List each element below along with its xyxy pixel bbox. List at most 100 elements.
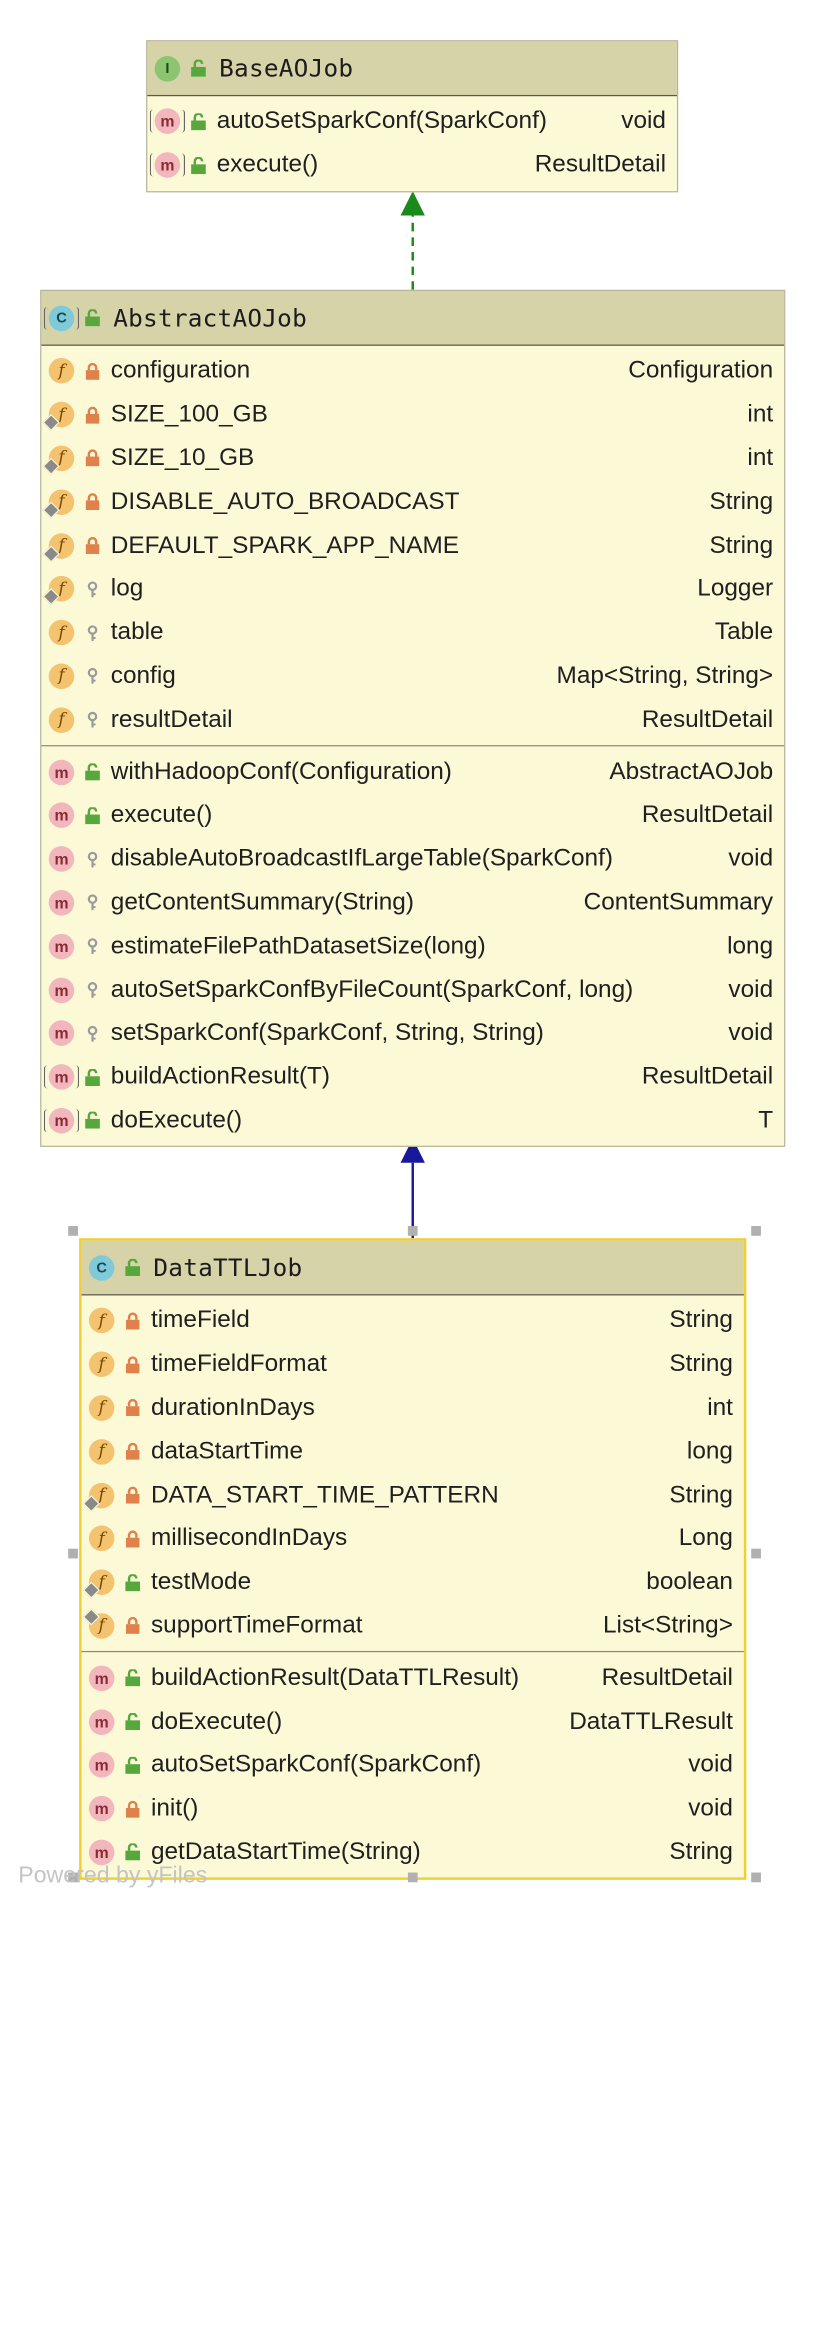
class-box-base-ao-job[interactable]: I BaseAOJob m autoSetSparkConf(SparkConf)…: [146, 40, 679, 192]
static-marker-icon: [42, 457, 60, 475]
field-row[interactable]: f DISABLE_AUTO_BROADCAST String: [41, 480, 784, 524]
method-row[interactable]: m autoSetSparkConf(SparkConf) void: [147, 100, 677, 144]
member-type: ResultDetail: [641, 801, 774, 829]
private-lock-icon: [124, 1486, 141, 1504]
method-icon: m: [149, 152, 186, 178]
public-visibility-icon: [190, 113, 207, 131]
field-row[interactable]: f testMode boolean: [82, 1561, 744, 1605]
public-visibility-icon: [124, 1843, 141, 1861]
field-icon: f: [42, 445, 75, 475]
member-type: Configuration: [628, 357, 774, 384]
member-type: AbstractAOJob: [609, 757, 774, 785]
field-icon: f: [88, 1438, 115, 1465]
protected-key-icon: [84, 1025, 101, 1042]
member-name: durationInDays: [150, 1394, 315, 1421]
private-lock-icon: [84, 362, 101, 380]
public-visibility-icon: [84, 1068, 101, 1086]
method-icon: m: [88, 1796, 115, 1822]
field-row[interactable]: f dataStartTime long: [82, 1430, 744, 1474]
field-row[interactable]: f config Map<String, String>: [41, 655, 784, 699]
member-name: config: [110, 662, 176, 690]
method-icon: m: [48, 759, 75, 785]
field-row[interactable]: f log Logger: [41, 567, 784, 611]
member-type: void: [728, 845, 774, 872]
field-icon: f: [42, 576, 75, 606]
method-row[interactable]: m getContentSummary(String) ContentSummary: [41, 881, 784, 925]
protected-key-icon: [84, 668, 101, 685]
private-lock-icon: [124, 1312, 141, 1330]
member-type: long: [727, 932, 774, 960]
selection-handle[interactable]: [407, 1872, 418, 1883]
field-row[interactable]: f SIZE_100_GB int: [41, 393, 784, 437]
field-row[interactable]: f configuration Configuration: [41, 349, 784, 393]
field-row[interactable]: f SIZE_10_GB int: [41, 437, 784, 481]
member-name: withHadoopConf(Configuration): [110, 757, 452, 785]
member-name: disableAutoBroadcastIfLargeTable(SparkCo…: [110, 845, 613, 872]
member-name: init(): [150, 1794, 199, 1822]
class-box-data-ttl-job[interactable]: C DataTTLJob f timeField String f timeFieldF…: [79, 1238, 747, 1881]
selection-handle[interactable]: [751, 1226, 761, 1236]
field-row[interactable]: f resultDetail ResultDetail: [41, 698, 784, 742]
method-row[interactable]: m buildActionResult(T) ResultDetail: [41, 1055, 784, 1099]
field-row[interactable]: f timeFieldFormat String: [82, 1343, 744, 1387]
method-row[interactable]: m doExecute() DataTTLResult: [82, 1700, 744, 1744]
selection-handle[interactable]: [751, 1548, 761, 1559]
field-icon: f: [88, 1308, 115, 1334]
public-visibility-icon: [124, 1756, 141, 1774]
member-type: ResultDetail: [601, 1664, 733, 1691]
selection-handle[interactable]: [68, 1226, 78, 1236]
class-header: C AbstractAOJob: [41, 290, 785, 346]
class-name: DataTTLJob: [153, 1252, 303, 1283]
member-type: Logger: [697, 575, 774, 602]
field-icon: f: [88, 1526, 115, 1552]
member-type: String: [709, 531, 774, 559]
method-row[interactable]: m execute() ResultDetail: [41, 794, 784, 838]
powered-by-footer: Powered by yFiles: [18, 1862, 208, 1889]
method-row[interactable]: m withHadoopConf(Configuration) AbstractAO…: [41, 750, 784, 794]
method-row[interactable]: m disableAutoBroadcastIfLargeTable(SparkC…: [41, 837, 784, 881]
protected-key-icon: [84, 851, 101, 868]
protected-key-icon: [84, 624, 101, 641]
private-lock-icon: [84, 537, 101, 555]
method-icon: m: [48, 889, 75, 916]
method-row[interactable]: m init() void: [82, 1787, 744, 1831]
member-name: setSparkConf(SparkConf, String, String): [110, 1019, 544, 1047]
field-row[interactable]: f durationInDays int: [82, 1386, 744, 1430]
method-icon: m: [88, 1752, 115, 1779]
member-type: ResultDetail: [641, 705, 774, 733]
field-row[interactable]: f DEFAULT_SPARK_APP_NAME String: [41, 524, 784, 568]
field-row[interactable]: f DATA_START_TIME_PATTERN String: [82, 1473, 744, 1517]
static-marker-icon: [42, 414, 60, 432]
member-name: resultDetail: [110, 705, 233, 733]
member-name: DISABLE_AUTO_BROADCAST: [110, 487, 460, 515]
method-row[interactable]: m estimateFilePathDatasetSize(long) long: [41, 925, 784, 969]
selection-handle[interactable]: [407, 1226, 418, 1236]
selection-handle[interactable]: [751, 1872, 761, 1883]
selection-handle[interactable]: [68, 1548, 78, 1559]
field-row[interactable]: f table Table: [41, 611, 784, 655]
realization-arrowhead: [400, 191, 425, 216]
field-row[interactable]: f supportTimeFormat List<String>: [82, 1604, 744, 1648]
field-row[interactable]: f timeField String: [82, 1299, 744, 1343]
fields-section: f timeField String f timeFieldFormat String f d…: [82, 1295, 744, 1651]
member-type: List<String>: [602, 1611, 733, 1639]
member-type: int: [747, 400, 774, 428]
method-row[interactable]: m doExecute() T: [41, 1099, 784, 1143]
method-row[interactable]: m execute() ResultDetail: [147, 143, 677, 187]
method-row[interactable]: m autoSetSparkConf(SparkConf) void: [82, 1743, 744, 1787]
member-name: log: [110, 575, 144, 602]
member-type: String: [669, 1350, 733, 1378]
method-row[interactable]: m buildActionResult(DataTTLResult) ResultD…: [82, 1656, 744, 1700]
field-icon: f: [88, 1351, 115, 1378]
method-icon: m: [43, 1107, 80, 1134]
class-icon: C: [88, 1254, 115, 1281]
methods-section: m autoSetSparkConf(SparkConf) void m execute…: [147, 96, 677, 190]
field-row[interactable]: f millisecondInDays Long: [82, 1517, 744, 1561]
field-icon: f: [48, 707, 75, 733]
class-box-abstract-ao-job[interactable]: C AbstractAOJob f configuration Configurat…: [40, 289, 786, 1148]
method-row[interactable]: m setSparkConf(SparkConf, String, String)…: [41, 1012, 784, 1056]
member-type: T: [758, 1106, 774, 1134]
public-visibility-icon: [84, 763, 101, 781]
method-row[interactable]: m autoSetSparkConfByFileCount(SparkConf, …: [41, 968, 784, 1012]
member-type: boolean: [646, 1568, 733, 1596]
